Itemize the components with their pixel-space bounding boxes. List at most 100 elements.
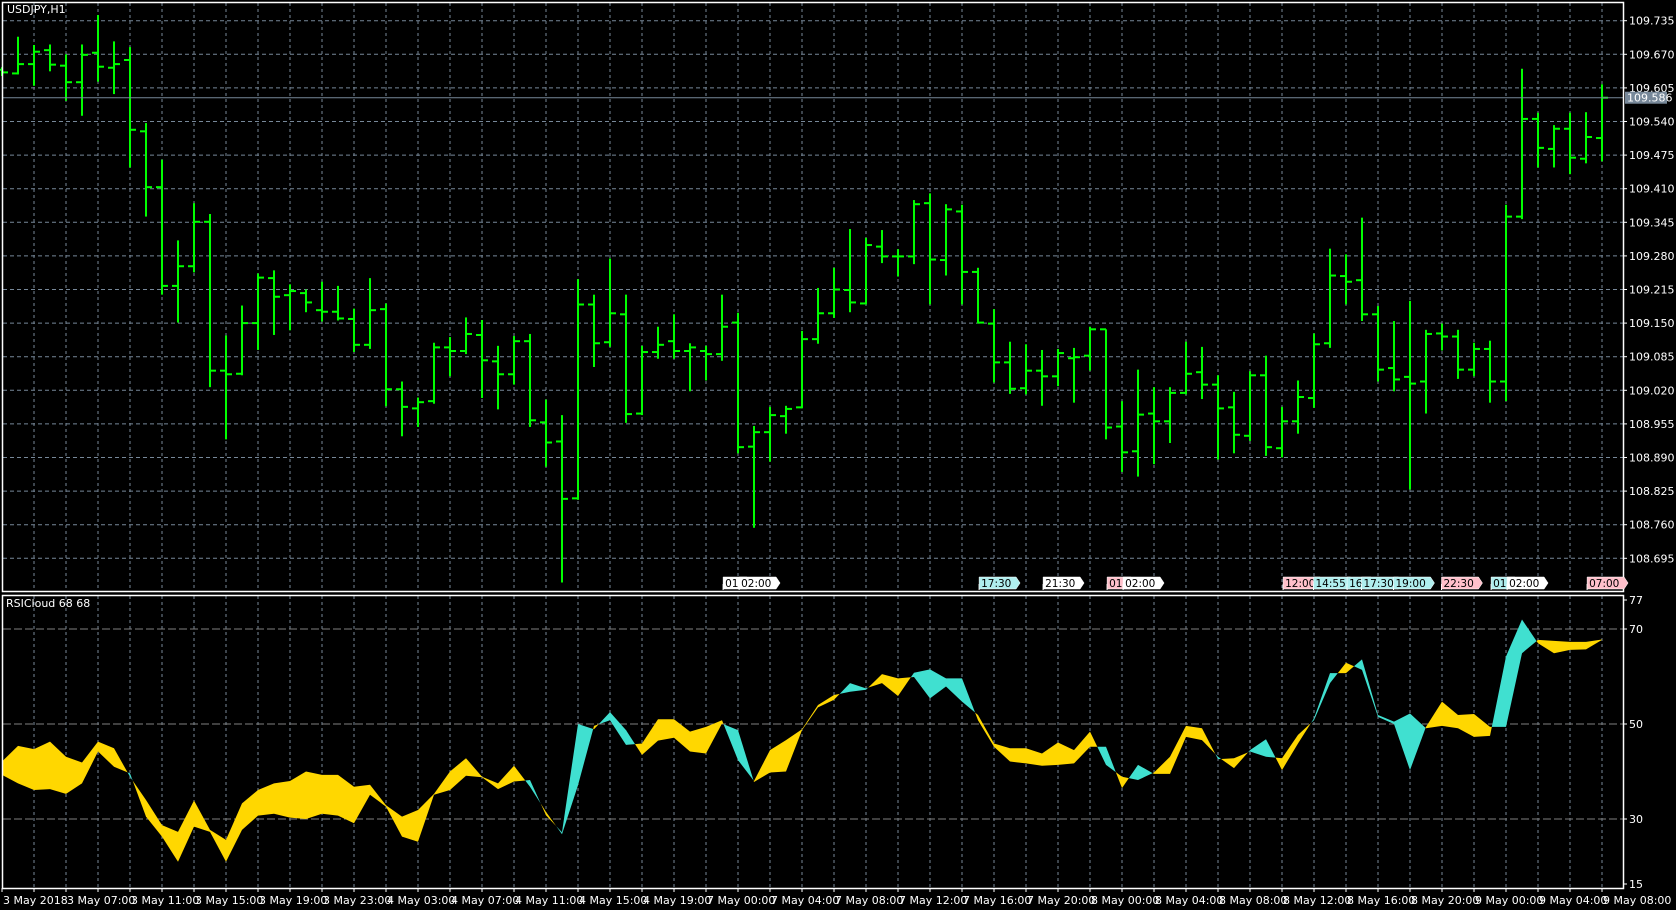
price-bar xyxy=(892,249,904,277)
price-bar xyxy=(204,214,216,388)
event-marker-label: 22:30 xyxy=(1444,578,1474,590)
rsi-cloud-segment xyxy=(594,724,599,730)
event-markers: 01: 02:00 17:30 21:30 01: 02:00 12:00 14:55 16:1… xyxy=(722,576,1629,590)
price-bar xyxy=(492,345,504,410)
price-axis-label: 108.955 xyxy=(1629,418,1675,431)
event-marker-label: 02:00 xyxy=(1509,578,1539,590)
rsi-cloud-segment xyxy=(770,740,786,773)
rsi-cloud-segment xyxy=(930,669,946,699)
price-bar xyxy=(252,273,264,350)
time-axis-label: 3 May 19:00 xyxy=(259,894,327,907)
rsi-cloud-segment xyxy=(1275,757,1282,771)
price-bar xyxy=(1324,248,1336,348)
price-bar xyxy=(1148,387,1160,465)
rsi-cloud-segment xyxy=(690,726,706,754)
price-axis-label: 109.410 xyxy=(1629,183,1675,196)
price-bar xyxy=(428,342,440,404)
event-marker[interactable]: 17:30 xyxy=(978,576,1021,590)
rsi-cloud-segment xyxy=(1186,725,1202,741)
event-marker-label: 12:00 xyxy=(1285,578,1315,590)
price-bar xyxy=(172,240,184,323)
price-bar xyxy=(1180,341,1192,395)
price-bar xyxy=(1452,329,1464,379)
rsi-cloud-segment xyxy=(525,780,530,787)
time-axis-label: 8 May 04:00 xyxy=(1155,894,1223,907)
price-bar xyxy=(684,343,696,392)
event-marker[interactable]: 21:30 xyxy=(1042,576,1085,590)
rsi-cloud-segment xyxy=(194,800,210,832)
price-bar xyxy=(1596,84,1608,162)
rsi-cloud-segment xyxy=(1506,619,1522,727)
price-bar xyxy=(540,399,552,467)
event-marker[interactable]: 02:00 xyxy=(738,576,781,590)
price-bar xyxy=(476,319,488,399)
time-axis-label: 9 May 04:00 xyxy=(1539,894,1607,907)
rsi-cloud-segment xyxy=(1266,739,1276,758)
event-marker[interactable]: 02:00 xyxy=(1506,576,1549,590)
price-bar xyxy=(28,44,40,86)
price-bar xyxy=(572,279,584,500)
price-bar xyxy=(1420,329,1432,414)
rsi-cloud-segment xyxy=(1538,639,1554,654)
rsi-cloud-segment xyxy=(338,774,354,824)
rsi-cloud-segment xyxy=(1058,742,1074,765)
rsi-cloud-segment xyxy=(910,672,914,678)
event-marker[interactable]: 22:30 xyxy=(1441,576,1483,590)
price-bar xyxy=(844,229,856,313)
rsi-cloud-segment xyxy=(1138,764,1153,781)
price-axis-label: 108.695 xyxy=(1629,552,1675,565)
event-marker[interactable]: 07:00 xyxy=(1586,576,1629,590)
price-bar xyxy=(636,345,648,416)
rsi-cloud-segment xyxy=(1337,662,1346,674)
rsi-cloud-segment xyxy=(1474,714,1490,737)
rsi-cloud-segment xyxy=(1410,713,1426,771)
rsi-cloud-segment xyxy=(626,730,636,745)
price-bar xyxy=(124,47,136,168)
price-bar xyxy=(940,204,952,276)
price-bars xyxy=(0,15,1608,583)
rsi-cloud-segment xyxy=(754,750,770,782)
time-axis-label: 4 May 03:00 xyxy=(387,894,455,907)
chart-canvas[interactable]: 109.735109.670109.605109.540109.475109.4… xyxy=(0,0,1676,910)
rsi-cloud-segment xyxy=(1536,639,1538,644)
price-bar xyxy=(140,123,152,217)
price-axis-label: 109.215 xyxy=(1629,284,1675,297)
rsi-cloud-segment xyxy=(146,800,162,837)
price-bar xyxy=(348,308,360,353)
price-bar xyxy=(1228,391,1240,454)
rsi-cloud-segment xyxy=(1314,673,1330,721)
rsi-cloud-segment xyxy=(593,725,594,730)
price-bar xyxy=(0,67,8,76)
rsi-cloud-segment xyxy=(1282,734,1298,771)
rsi-cloud-segment xyxy=(18,745,34,791)
rsi-cloud-segment xyxy=(1554,640,1570,654)
rsi-cloud-segment xyxy=(1298,722,1312,744)
price-bar xyxy=(188,203,200,273)
rsi-cloud-segment xyxy=(1354,659,1362,670)
time-axis-label: 4 May 07:00 xyxy=(451,894,519,907)
rsi-cloud-segment xyxy=(946,678,962,702)
rsi-axis-label: 70 xyxy=(1629,623,1643,636)
rsi-cloud-segment xyxy=(978,714,994,747)
rsi-cloud-segment xyxy=(578,724,594,786)
rsi-cloud-segment xyxy=(556,826,562,835)
price-bar xyxy=(1516,68,1528,220)
rsi-cloud-segment xyxy=(530,780,541,804)
rsi-cloud-segment xyxy=(1218,756,1222,760)
rsi-cloud-segment xyxy=(306,771,322,819)
price-bar xyxy=(300,289,312,313)
price-axis-label: 108.890 xyxy=(1629,452,1675,465)
price-bar xyxy=(1196,346,1208,400)
price-bar xyxy=(316,281,328,322)
event-marker[interactable]: 02:00 xyxy=(1122,576,1165,590)
rsi-axis: 77 70 50 30 15 xyxy=(1623,594,1643,891)
rsi-cloud-segment xyxy=(1042,742,1058,766)
time-axis-label: 8 May 16:00 xyxy=(1347,894,1415,907)
price-axis-label: 109.150 xyxy=(1629,317,1675,330)
event-marker[interactable]: 19:00 xyxy=(1393,576,1435,590)
price-bar xyxy=(1340,254,1352,305)
rsi-cloud-segment xyxy=(1128,764,1138,781)
rsi-cloud-segment xyxy=(290,771,306,819)
time-axis-label: 3 May 15:00 xyxy=(195,894,263,907)
rsi-cloud-segment xyxy=(1586,639,1602,650)
